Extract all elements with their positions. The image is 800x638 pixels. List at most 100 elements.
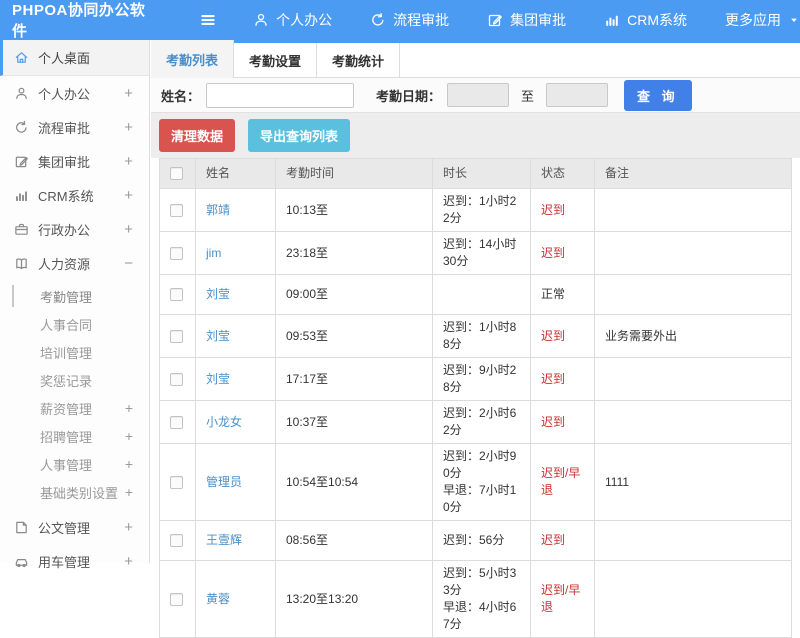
expand-toggle-icon[interactable]: + <box>125 428 133 444</box>
redo-icon <box>14 120 29 135</box>
app-title: PHPOA协同办公软件 <box>0 0 147 41</box>
sidebar-item-label: 行政办公 <box>38 220 90 239</box>
tab-attendance-list[interactable]: 考勤列表 <box>151 40 234 78</box>
topnav-item-label: 个人办公 <box>276 10 332 30</box>
employee-name-link[interactable]: 黄蓉 <box>206 592 230 606</box>
duration-cell: 迟到：9小时28分 <box>433 358 531 401</box>
row-checkbox[interactable] <box>170 373 183 386</box>
expand-toggle-icon[interactable]: + <box>124 221 133 238</box>
topnav-item-more-apps[interactable]: 更多应用 <box>725 10 800 30</box>
note-cell: 1111 <box>595 444 792 521</box>
date-to-input[interactable] <box>546 83 608 107</box>
sidebar-item-workflow-approval[interactable]: 流程审批 + <box>0 110 149 144</box>
duration-cell: 迟到：1小时22分 <box>433 189 531 232</box>
row-checkbox[interactable] <box>170 534 183 547</box>
table-row: 刘莹17:17至迟到：9小时28分迟到 <box>160 358 792 401</box>
attendance-time-cell: 10:13至 <box>276 189 433 232</box>
sidebar-subitem-recruitment-management[interactable]: 招聘管理+ <box>0 422 149 450</box>
sidebar-item-document-management[interactable]: 公文管理 + <box>0 510 149 544</box>
sidebar-item-human-resources[interactable]: 人力资源− <box>0 246 149 280</box>
expand-toggle-icon[interactable]: + <box>124 119 133 136</box>
employee-name-link[interactable]: 王壹辉 <box>206 533 242 547</box>
employee-name-link[interactable]: 小龙女 <box>206 415 242 429</box>
filter-bar: 姓名： 考勤日期： 至 查 询 <box>151 78 800 113</box>
caret-down-icon <box>788 14 800 26</box>
note-cell: 业务需要外出 <box>595 315 792 358</box>
expand-toggle-icon[interactable]: + <box>124 187 133 204</box>
sidebar-item-vehicle-management[interactable]: 用车管理 + <box>0 544 149 578</box>
attendance-time-cell: 17:17至 <box>276 358 433 401</box>
row-checkbox[interactable] <box>170 330 183 343</box>
employee-name-link[interactable]: 刘莹 <box>206 287 230 301</box>
expand-toggle-icon[interactable]: + <box>124 519 133 536</box>
row-checkbox[interactable] <box>170 247 183 260</box>
date-from-input[interactable] <box>447 83 509 107</box>
expand-toggle-icon[interactable]: + <box>125 400 133 416</box>
name-filter-label: 姓名： <box>161 86 200 105</box>
sidebar-subitem-personnel-management[interactable]: 人事管理+ <box>0 450 149 478</box>
sidebar-item-personal-office[interactable]: 个人办公+ <box>0 76 149 110</box>
sidebar-subitem-base-category-settings[interactable]: 基础类别设置+ <box>0 478 149 506</box>
row-checkbox[interactable] <box>170 288 183 301</box>
sidebar-item-admin-office[interactable]: 行政办公 + <box>0 212 149 246</box>
main-content: 考勤列表考勤设置考勤统计 姓名： 考勤日期： 至 查 询 清理数据 导出查询列表… <box>151 40 800 563</box>
sidebar-item-label: 流程审批 <box>38 118 90 137</box>
note-cell <box>595 401 792 444</box>
row-checkbox[interactable] <box>170 204 183 217</box>
status-badge: 迟到/早退 <box>541 583 580 614</box>
status-badge: 迟到 <box>541 246 565 260</box>
sidebar-item-label: 公文管理 <box>38 518 90 537</box>
note-cell <box>595 358 792 401</box>
note-cell <box>595 521 792 561</box>
row-checkbox[interactable] <box>170 416 183 429</box>
table-row: 管理员10:54至10:54迟到：2小时90分早退：7小时10分迟到/早退111… <box>160 444 792 521</box>
row-checkbox[interactable] <box>170 593 183 606</box>
export-list-button[interactable]: 导出查询列表 <box>248 119 350 152</box>
status-badge: 迟到 <box>541 533 565 547</box>
hamburger-menu-icon[interactable] <box>199 11 217 29</box>
expand-toggle-icon[interactable]: + <box>125 456 133 472</box>
sidebar-subitem-reward-punishment[interactable]: 奖惩记录 <box>0 366 149 394</box>
sidebar-item-label: 用车管理 <box>38 552 90 571</box>
sidebar: 个人桌面个人办公+流程审批+集团审批+CRM系统+行政办公+人力资源−考勤管理人… <box>0 40 150 563</box>
doc-icon <box>14 520 29 535</box>
sidebar-subitem-salary-management[interactable]: 薪资管理+ <box>0 394 149 422</box>
employee-name-link[interactable]: 管理员 <box>206 475 242 489</box>
sidebar-subitem-hr-contract[interactable]: 人事合同 <box>0 310 149 338</box>
tab-attendance-stats[interactable]: 考勤统计 <box>317 43 400 77</box>
employee-name-link[interactable]: jim <box>206 246 221 260</box>
user-icon <box>253 12 269 28</box>
row-checkbox[interactable] <box>170 476 183 489</box>
topnav-item-crm-system[interactable]: CRM系统 <box>604 10 687 30</box>
topnav-item-workflow-approval[interactable]: 流程审批 <box>370 10 449 30</box>
sidebar-item-crm-system[interactable]: CRM系统+ <box>0 178 149 212</box>
note-cell <box>595 232 792 275</box>
employee-name-link[interactable]: 郭靖 <box>206 203 230 217</box>
date-filter-label: 考勤日期： <box>376 86 441 105</box>
expand-toggle-icon[interactable]: + <box>124 85 133 102</box>
clean-data-button[interactable]: 清理数据 <box>159 119 235 152</box>
expand-toggle-icon[interactable]: + <box>125 484 133 500</box>
search-button[interactable]: 查 询 <box>624 80 692 111</box>
expand-toggle-icon[interactable]: − <box>124 255 133 272</box>
attendance-table: 姓名考勤时间时长状态备注 郭靖10:13至迟到：1小时22分迟到jim23:18… <box>159 158 792 638</box>
duration-cell: 迟到：14小时30分 <box>433 232 531 275</box>
sidebar-subitem-label: 人事合同 <box>40 315 92 334</box>
topnav-item-personal-office[interactable]: 个人办公 <box>253 10 332 30</box>
sidebar-subitem-attendance-management[interactable]: 考勤管理 <box>0 282 149 310</box>
sidebar-item-personal-desktop[interactable]: 个人桌面 <box>0 40 149 76</box>
top-bar: PHPOA协同办公软件 个人办公 流程审批 集团审批 CRM系统 更多应用 <box>0 0 800 40</box>
employee-name-link[interactable]: 刘莹 <box>206 372 230 386</box>
expand-toggle-icon[interactable]: + <box>124 153 133 170</box>
sidebar-subitem-training-management[interactable]: 培训管理 <box>0 338 149 366</box>
tab-attendance-settings[interactable]: 考勤设置 <box>234 43 317 77</box>
expand-toggle-icon[interactable]: + <box>124 553 133 570</box>
table-header-row: 姓名考勤时间时长状态备注 <box>160 159 792 189</box>
sidebar-item-group-approval[interactable]: 集团审批+ <box>0 144 149 178</box>
user-icon <box>14 86 29 101</box>
select-all-checkbox[interactable] <box>170 167 183 180</box>
top-nav: 个人办公 流程审批 集团审批 CRM系统 更多应用 <box>253 10 800 30</box>
employee-name-link[interactable]: 刘莹 <box>206 329 230 343</box>
topnav-item-group-approval[interactable]: 集团审批 <box>487 10 566 30</box>
name-filter-input[interactable] <box>206 83 354 108</box>
